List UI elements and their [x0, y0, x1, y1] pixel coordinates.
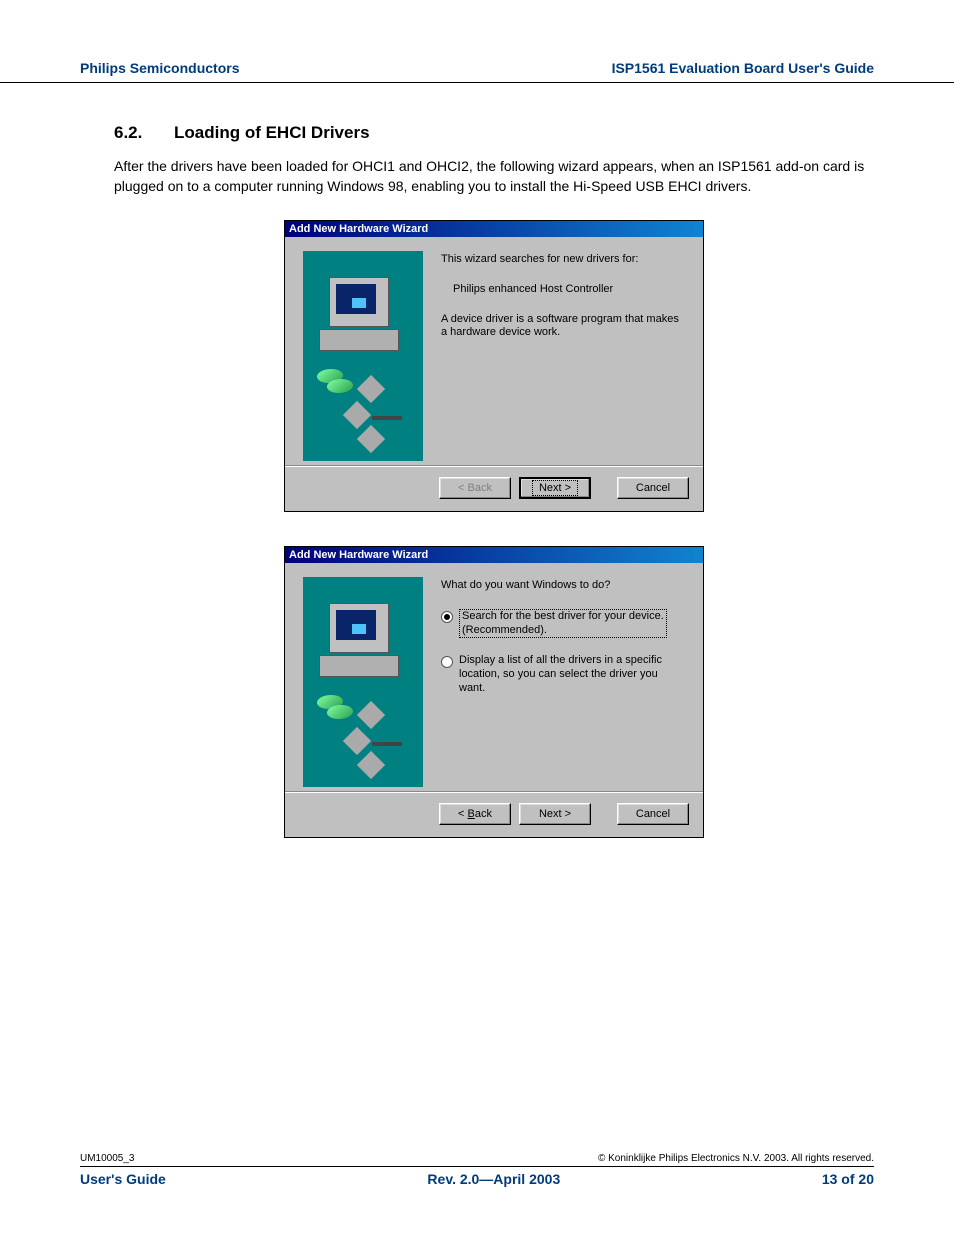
next-button[interactable]: Next > — [519, 803, 591, 825]
section-title: Loading of EHCI Drivers — [174, 123, 370, 143]
radio-label-search: Search for the best driver for your devi… — [459, 609, 667, 639]
hardware-wizard-1: Add New Hardware Wizard This wizard sear… — [284, 220, 704, 512]
section-heading: 6.2. Loading of EHCI Drivers — [114, 123, 874, 143]
wizard1-line1: This wizard searches for new drivers for… — [441, 253, 685, 267]
radio-label-list: Display a list of all the drivers in a s… — [459, 654, 685, 695]
wizard-graphic-icon — [303, 251, 423, 461]
section-number: 6.2. — [114, 123, 174, 143]
page-content: 6.2. Loading of EHCI Drivers After the d… — [0, 123, 954, 838]
wizard2-titlebar: Add New Hardware Wizard — [285, 547, 703, 563]
page-header: Philips Semiconductors ISP1561 Evaluatio… — [0, 0, 954, 83]
wizard1-titlebar: Add New Hardware Wizard — [285, 221, 703, 237]
radio-option-list[interactable]: Display a list of all the drivers in a s… — [441, 654, 685, 695]
footer-right: 13 of 20 — [822, 1171, 874, 1187]
radio-icon — [441, 656, 453, 668]
wizard2-prompt: What do you want Windows to do? — [441, 579, 685, 593]
cancel-button[interactable]: Cancel — [617, 477, 689, 499]
footer-left: User's Guide — [80, 1171, 166, 1187]
section-paragraph: After the drivers have been loaded for O… — [114, 157, 874, 196]
wizard1-line2: A device driver is a software program th… — [441, 313, 685, 341]
hardware-wizard-2: Add New Hardware Wizard What do you want… — [284, 546, 704, 838]
next-button[interactable]: Next > — [519, 477, 591, 499]
back-button[interactable]: < Back — [439, 803, 511, 825]
copyright: © Koninklijke Philips Electronics N.V. 2… — [598, 1153, 874, 1164]
footer-center: Rev. 2.0—April 2003 — [427, 1171, 560, 1187]
header-left: Philips Semiconductors — [80, 60, 239, 76]
wizard1-device: Philips enhanced Host Controller — [453, 283, 685, 297]
radio-icon — [441, 611, 453, 623]
cancel-button[interactable]: Cancel — [617, 803, 689, 825]
wizard-graphic-icon — [303, 577, 423, 787]
wizard2-footer: < Back Next > Cancel — [285, 792, 703, 837]
wizard1-footer: < Back Next > Cancel — [285, 466, 703, 511]
header-right: ISP1561 Evaluation Board User's Guide — [612, 60, 874, 76]
page-footer: UM10005_3 © Koninklijke Philips Electron… — [80, 1153, 874, 1187]
wizard2-text: What do you want Windows to do? Search f… — [441, 577, 685, 787]
radio-option-search[interactable]: Search for the best driver for your devi… — [441, 609, 685, 639]
back-button: < Back — [439, 477, 511, 499]
wizard1-text: This wizard searches for new drivers for… — [441, 251, 685, 461]
doc-id: UM10005_3 — [80, 1153, 134, 1164]
